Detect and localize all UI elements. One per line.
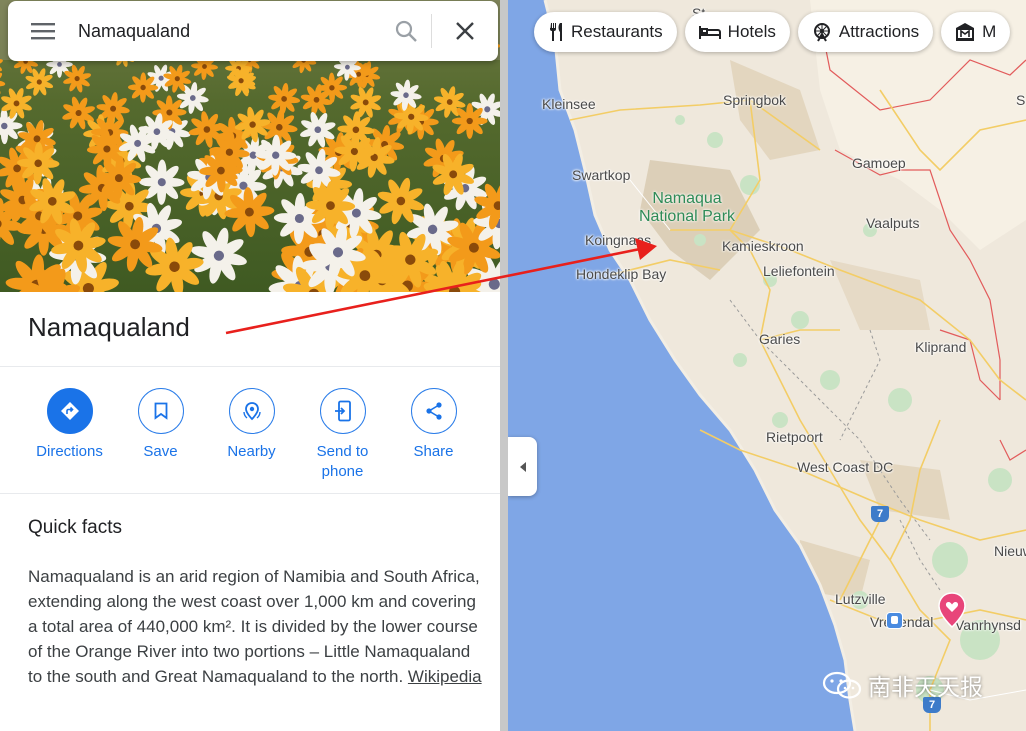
watermark-text: 南非天天报 [868, 674, 983, 700]
museum-icon [956, 23, 975, 41]
directions-label: Directions [36, 443, 103, 460]
hamburger-icon [31, 23, 55, 40]
place-label-hondeklip-bay[interactable]: Hondeklip Bay [576, 266, 666, 282]
place-title: Namaqualand [28, 312, 190, 342]
place-label-west-coast-dc[interactable]: West Coast DC [797, 459, 893, 475]
place-label-rietpoort[interactable]: Rietpoort [766, 429, 823, 445]
panel-divider [500, 0, 508, 731]
watermark: 南非天天报 [822, 668, 983, 702]
route-shield: 7 [871, 506, 889, 522]
wikipedia-link[interactable]: Wikipedia [408, 667, 482, 686]
chip-restaurants[interactable]: Restaurants [534, 12, 677, 52]
action-buttons: Directions Save Nearby Send to phone Sha… [24, 388, 479, 482]
place-label-gamoep[interactable]: Gamoep [852, 155, 906, 171]
place-label-kliprand[interactable]: Kliprand [915, 339, 966, 355]
chip-label: Attractions [838, 22, 920, 41]
search-input[interactable]: Namaqualand [78, 21, 381, 42]
chevron-left-icon [519, 461, 526, 472]
chip-label: Restaurants [571, 22, 663, 41]
save-label: Save [143, 443, 178, 460]
directions-button[interactable]: Directions [24, 388, 115, 482]
chip-label: M [982, 22, 997, 41]
directions-icon [60, 402, 79, 420]
place-label-swartkop[interactable]: Swartkop [572, 167, 630, 183]
chip-museums[interactable]: M [941, 12, 1011, 52]
quick-facts-title: Quick facts [28, 517, 122, 538]
menu-button[interactable] [8, 1, 78, 61]
search-icon [395, 20, 417, 42]
send-to-phone-label: Send to phone [316, 443, 369, 480]
chip-hotels[interactable]: Hotels [684, 12, 790, 52]
park-label-namaqua[interactable]: Namaqua National Park [634, 190, 740, 226]
train-station-icon[interactable] [886, 612, 903, 629]
quick-facts-text: Namaqualand is an arid region of Namibia… [28, 564, 484, 689]
chip-attractions[interactable]: Attractions [797, 12, 934, 52]
wechat-icon [822, 671, 862, 699]
place-panel: Namaqualand Namaqualand Directions Save … [0, 0, 500, 731]
map-pin-icon[interactable] [938, 592, 966, 628]
map-canvas[interactable]: Kleinsee Springbok St S Gamoep Swartkop … [500, 0, 1026, 731]
search-button[interactable] [381, 19, 431, 43]
search-box[interactable]: Namaqualand [8, 1, 498, 61]
fork-knife-icon [550, 23, 562, 41]
place-label-vaalputs[interactable]: Vaalputs [866, 215, 919, 231]
place-label-nieuw[interactable]: Nieuw [994, 543, 1026, 559]
place-label-garies[interactable]: Garies [759, 331, 800, 347]
category-chips: Restaurants Hotels Attractions M [534, 12, 1011, 52]
place-label-springbok[interactable]: Springbok [723, 92, 786, 108]
ferris-wheel-icon [813, 23, 830, 42]
nearby-button[interactable]: Nearby [206, 388, 297, 482]
bookmark-icon [154, 402, 167, 420]
nearby-label: Nearby [227, 443, 276, 460]
phone-icon [334, 400, 351, 422]
send-to-phone-button[interactable]: Send to phone [297, 388, 388, 482]
place-label-kleinsee[interactable]: Kleinsee [542, 96, 596, 112]
clear-search-button[interactable] [432, 22, 498, 40]
divider [0, 493, 500, 494]
divider [0, 366, 500, 367]
share-button[interactable]: Share [388, 388, 479, 482]
share-label: Share [413, 443, 454, 460]
bed-icon [698, 26, 721, 39]
place-label-kamieskroon[interactable]: Kamieskroon [722, 238, 804, 254]
place-label-koingnaas[interactable]: Koingnaas [585, 232, 651, 248]
close-icon [456, 22, 474, 40]
place-label-s[interactable]: S [1016, 92, 1025, 108]
chip-label: Hotels [727, 22, 776, 41]
save-button[interactable]: Save [115, 388, 206, 482]
collapse-panel-button[interactable] [508, 437, 537, 496]
share-icon [425, 402, 442, 420]
place-label-leliefontein[interactable]: Leliefontein [763, 263, 835, 279]
nearby-icon [242, 402, 261, 421]
place-label-lutzville[interactable]: Lutzville [835, 591, 886, 607]
